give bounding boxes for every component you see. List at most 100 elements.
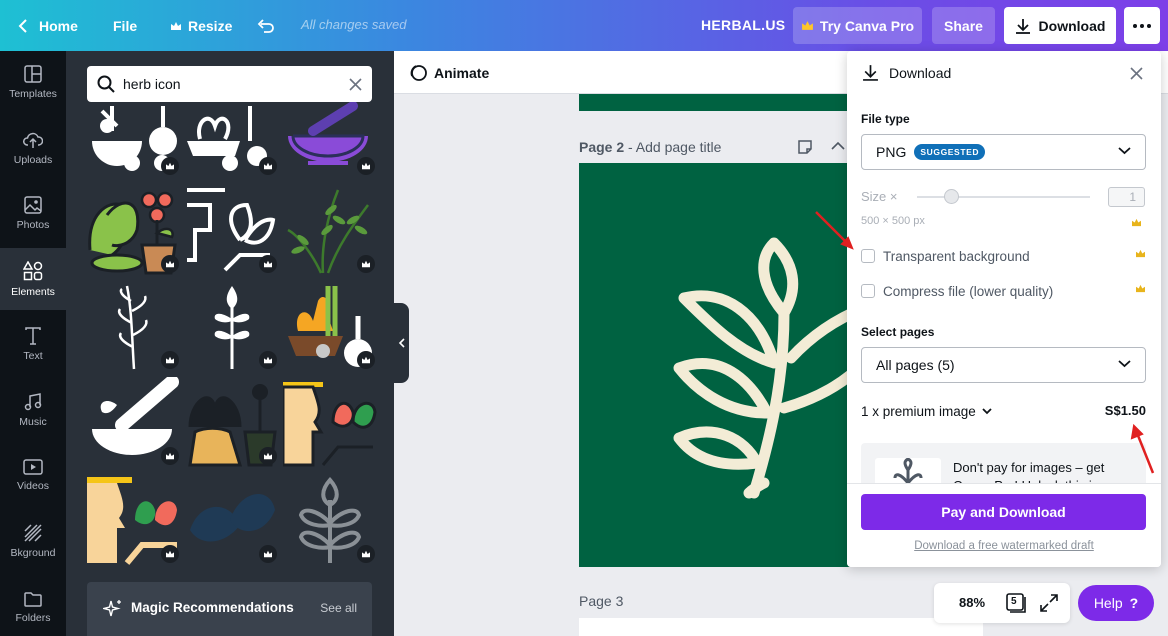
page-count-button[interactable]: 5 xyxy=(1006,593,1026,613)
resize-button[interactable]: Resize xyxy=(170,0,232,51)
home-button[interactable]: Home xyxy=(18,0,78,51)
sidebar-item-text[interactable]: Text xyxy=(0,313,66,375)
try-canva-pro-button[interactable]: Try Canva Pro xyxy=(793,7,922,44)
herb-icon-result[interactable] xyxy=(87,185,181,275)
herb-icon-result[interactable] xyxy=(283,281,377,371)
premium-image-toggle[interactable]: 1 x premium image xyxy=(861,404,1146,419)
elements-panel: herb icon Magic Recommendations See all xyxy=(66,51,394,636)
download-panel: Download File type PNG SUGGESTED Size × … xyxy=(847,51,1161,567)
herb-icon-result[interactable] xyxy=(87,101,181,177)
crown-icon xyxy=(1136,284,1145,293)
close-icon[interactable] xyxy=(1130,67,1143,80)
transparent-background-checkbox[interactable] xyxy=(861,249,875,263)
file-type-select[interactable]: PNG SUGGESTED xyxy=(861,134,1146,170)
herb-icon-result[interactable] xyxy=(87,281,181,371)
sidebar-item-label: Folders xyxy=(15,611,51,624)
premium-badge xyxy=(259,255,277,273)
herb-icon-result[interactable] xyxy=(87,375,181,467)
herb-icon-result[interactable] xyxy=(281,377,377,467)
help-button[interactable]: Help ? xyxy=(1078,585,1154,621)
sidebar-item-label: Photos xyxy=(16,218,50,231)
fullscreen-icon[interactable] xyxy=(1040,594,1058,612)
transparent-background-option[interactable]: Transparent background xyxy=(861,246,1146,266)
premium-badge xyxy=(161,157,179,175)
herb-icon-result[interactable] xyxy=(283,101,377,177)
page-2-title[interactable]: Page 2 - Add page title xyxy=(579,139,721,155)
size-slider-track[interactable] xyxy=(917,196,1090,198)
sidebar-item-music[interactable]: Music xyxy=(0,379,66,441)
undo-icon xyxy=(257,18,274,33)
notes-icon[interactable] xyxy=(797,139,813,155)
folders-icon xyxy=(24,591,42,607)
herb-icon-result[interactable] xyxy=(185,377,279,467)
pages-select[interactable]: All pages (5) xyxy=(861,347,1146,383)
home-label: Home xyxy=(39,17,78,34)
premium-badge xyxy=(161,255,179,273)
crown-icon xyxy=(264,260,272,268)
premium-badge xyxy=(161,447,179,465)
premium-badge xyxy=(357,545,375,563)
see-all-link[interactable]: See all xyxy=(320,601,357,615)
transparent-background-label: Transparent background xyxy=(883,248,1030,264)
videos-icon xyxy=(23,458,43,475)
herb-icon-result[interactable] xyxy=(283,185,377,275)
share-button[interactable]: Share xyxy=(932,7,995,44)
herb-icon-result[interactable] xyxy=(283,475,377,565)
file-menu[interactable]: File xyxy=(113,0,137,51)
clear-icon[interactable] xyxy=(349,77,362,91)
search-input[interactable]: herb icon xyxy=(87,66,372,102)
page-count: 5 xyxy=(1011,596,1017,607)
size-input[interactable]: 1 xyxy=(1108,187,1145,207)
download-label: Download xyxy=(1038,17,1106,34)
sidebar-item-templates[interactable]: Templates xyxy=(0,51,66,113)
premium-badge xyxy=(161,545,179,563)
compress-file-option[interactable]: Compress file (lower quality) xyxy=(861,281,1146,301)
sidebar-item-background[interactable]: Bkground xyxy=(0,510,66,572)
download-icon xyxy=(1015,18,1030,34)
download-button[interactable]: Download xyxy=(1004,7,1116,44)
collapse-panel-button[interactable] xyxy=(394,303,409,383)
crown-icon xyxy=(166,356,174,364)
file-type-value: PNG xyxy=(876,144,907,160)
sidebar-item-folders[interactable]: Folders xyxy=(0,576,66,636)
crown-icon xyxy=(166,452,174,460)
more-options-button[interactable] xyxy=(1124,7,1160,44)
dimensions-text: 500 × 500 px xyxy=(861,215,925,227)
search-value: herb icon xyxy=(123,76,181,92)
sidebar-item-label: Music xyxy=(19,415,47,428)
price-text: S$1.50 xyxy=(1104,403,1146,418)
sidebar-item-label: Uploads xyxy=(13,153,53,166)
crown-icon xyxy=(264,356,272,364)
sparkle-icon xyxy=(103,600,121,617)
herb-icon-result[interactable] xyxy=(185,185,279,275)
zoom-level[interactable]: 88% xyxy=(959,595,985,610)
sidebar-item-elements[interactable]: Elements xyxy=(0,248,66,310)
magic-recommendations: Magic Recommendations See all xyxy=(87,582,372,636)
crown-icon xyxy=(264,162,272,170)
undo-button[interactable] xyxy=(257,0,275,51)
crown-icon xyxy=(362,162,370,170)
size-slider-handle[interactable] xyxy=(944,189,959,204)
page-3-title[interactable]: Page 3 xyxy=(579,593,623,609)
animate-button[interactable]: Animate xyxy=(434,65,489,81)
herb-icon-result[interactable] xyxy=(185,475,279,565)
download-panel-header: Download xyxy=(847,51,1161,95)
herb-icon-result[interactable] xyxy=(185,101,279,177)
page-3-canvas[interactable] xyxy=(579,618,983,636)
crown-icon xyxy=(166,162,174,170)
sidebar-item-videos[interactable]: Videos xyxy=(0,444,66,506)
herb-icon-result[interactable] xyxy=(87,475,181,565)
dot xyxy=(1147,23,1151,28)
watermarked-draft-link[interactable]: Download a free watermarked draft xyxy=(847,540,1161,552)
premium-badge xyxy=(357,351,375,369)
pay-and-download-button[interactable]: Pay and Download xyxy=(861,494,1146,530)
herb-icon-result[interactable] xyxy=(185,281,279,371)
chevron-up-icon[interactable] xyxy=(831,141,845,151)
sidebar-item-uploads[interactable]: Uploads xyxy=(0,117,66,179)
sidebar-item-photos[interactable]: Photos xyxy=(0,182,66,244)
sidebar-item-label: Bkground xyxy=(10,546,56,559)
suggested-badge: SUGGESTED xyxy=(914,144,986,160)
design-title[interactable]: HERBAL.US xyxy=(701,17,785,33)
zoom-controls: 88% 5 xyxy=(934,583,1070,623)
compress-file-checkbox[interactable] xyxy=(861,284,875,298)
